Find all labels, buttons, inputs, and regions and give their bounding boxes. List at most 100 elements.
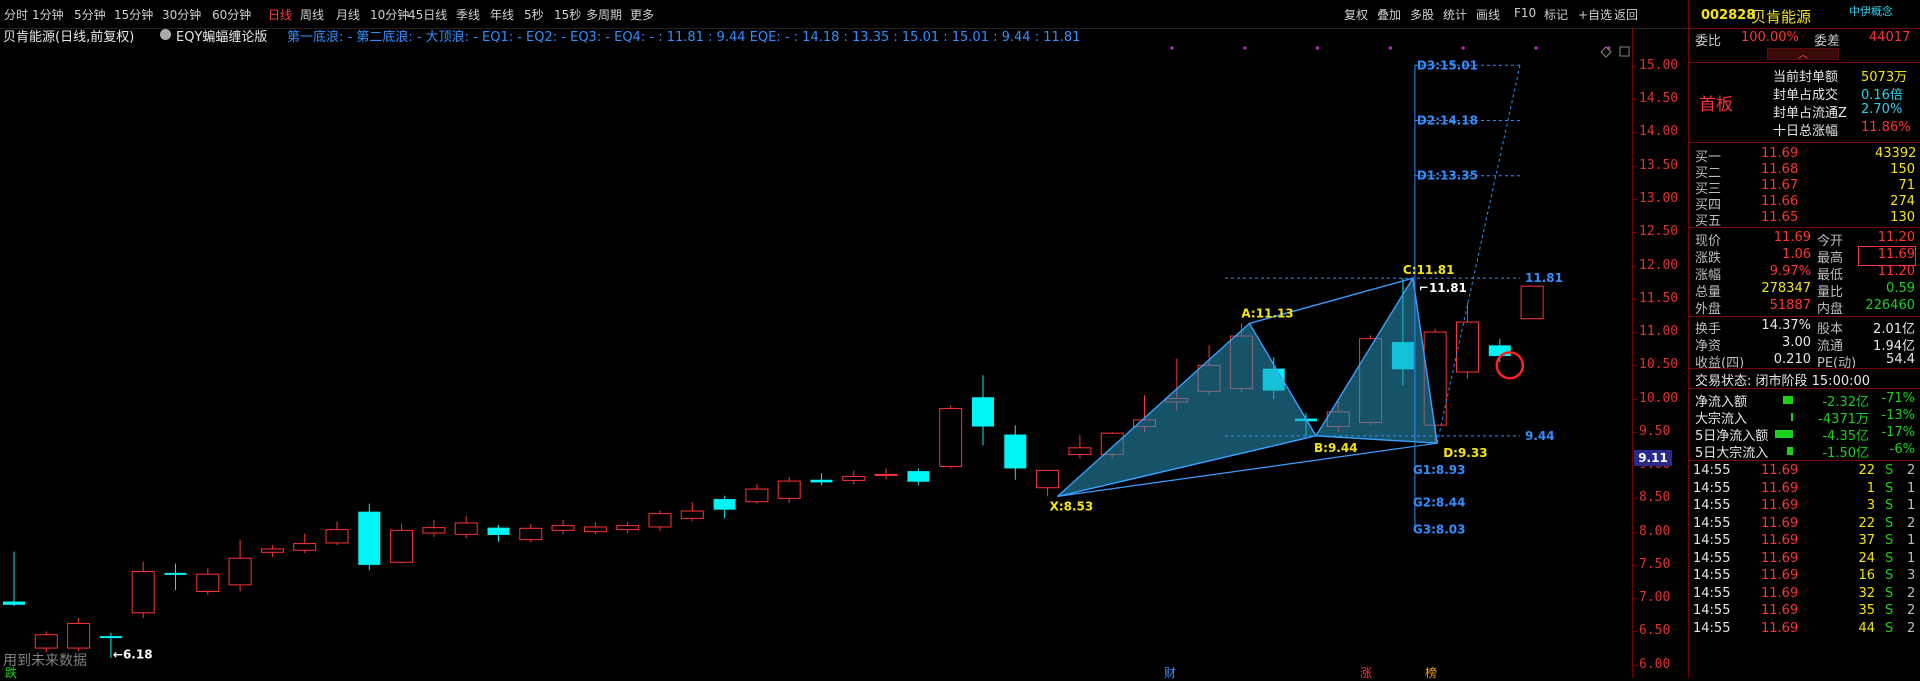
quote-value: 1.06 — [1782, 247, 1811, 262]
weibi-label: 委比 — [1695, 34, 1722, 49]
seal-label: 当前封单额 — [1773, 70, 1839, 85]
tick-count: 1 — [1907, 498, 1916, 513]
period-tab[interactable]: 15秒 — [554, 6, 581, 23]
period-tab[interactable]: 月线 — [336, 6, 360, 23]
price-axis-tick — [1633, 65, 1637, 67]
tick-count: 1 — [1907, 480, 1916, 496]
quote-panel: 002828 贝肯能源 中伊概念 委比 100.00% 委差 44017 ︿ 首… — [1688, 0, 1920, 678]
seal-value: 11.86% — [1861, 120, 1911, 135]
event-marker[interactable]: 财 — [1164, 664, 1176, 681]
toolbar-button[interactable]: 多股 — [1410, 6, 1434, 23]
toolbar-button[interactable]: 叠加 — [1377, 6, 1401, 23]
collapse-button[interactable]: ︿ — [1767, 48, 1839, 61]
period-tab[interactable]: 10分钟 — [370, 6, 409, 23]
price-axis-label: 11.00 — [1639, 324, 1679, 340]
flow-value: -4.35亿 — [1822, 429, 1869, 444]
price-axis-tick — [1633, 498, 1637, 500]
candle-up — [131, 571, 155, 614]
stat-label: 流通 — [1817, 339, 1844, 354]
candle-down — [164, 572, 187, 575]
label-c-price: ⌐11.81 — [1419, 281, 1467, 295]
period-tab[interactable]: 分时 — [4, 6, 28, 23]
period-tab[interactable]: 周线 — [300, 6, 324, 23]
toolbar-button[interactable]: +自选 — [1578, 6, 1612, 23]
quote-label: 总量 — [1695, 285, 1722, 300]
panel-toggle-icon[interactable] — [1619, 46, 1630, 57]
seal-label: 封单占成交 — [1773, 88, 1839, 103]
quote-label: 现价 — [1695, 234, 1722, 249]
period-tab[interactable]: 更多 — [630, 6, 654, 23]
indicator-toggle-icon[interactable] — [160, 29, 171, 40]
price-axis-tick — [1633, 531, 1637, 533]
kline-chart[interactable]: X:8.53 A:11.13 B:9.44 C:11.81 D:9.33 D3:15.01… — [0, 46, 1632, 678]
candle-down — [810, 479, 833, 483]
indicator-dot — [1316, 46, 1320, 50]
flow-label: 5日大宗流入 — [1695, 446, 1769, 461]
stock-title[interactable]: 贝肯能源(日线,前复权) — [3, 26, 134, 45]
period-tab[interactable]: 1分钟 — [32, 6, 64, 23]
period-tab[interactable]: 30分钟 — [162, 6, 201, 23]
candle-up — [519, 527, 543, 541]
candle-up — [454, 522, 478, 535]
label-c: C:11.81 — [1403, 263, 1455, 277]
event-marker[interactable]: 涨 — [1360, 664, 1372, 681]
price-axis-tick — [1633, 132, 1637, 134]
flow-percent: -6% — [1889, 442, 1915, 457]
indicator-dot — [1170, 46, 1174, 50]
quote-label: 今开 — [1817, 234, 1844, 249]
price-axis-tick — [1633, 598, 1637, 600]
flow-label: 净流入额 — [1695, 395, 1748, 410]
tick-count: 1 — [1907, 550, 1916, 566]
flow-value: -1.50亿 — [1822, 446, 1869, 461]
indicator-name[interactable]: EQY蝙蝠缠论版 — [176, 26, 267, 45]
event-marker[interactable]: 榜 — [1425, 664, 1437, 681]
quote-value: 9.97% — [1769, 264, 1811, 279]
candle-up — [196, 573, 220, 593]
label-g2: G2:8.44 — [1413, 495, 1466, 509]
indicator-dot — [1388, 46, 1392, 50]
flow-percent: -71% — [1881, 391, 1915, 406]
quote-label: 涨跌 — [1695, 251, 1722, 266]
concept-tag[interactable]: 中伊概念 — [1849, 3, 1893, 19]
flow-value: -2.32亿 — [1822, 395, 1869, 410]
quote-value: 11.20 — [1877, 230, 1915, 245]
period-tab[interactable]: 15分钟 — [114, 6, 153, 23]
tick-side: S — [1885, 620, 1894, 636]
period-tab[interactable]: 季线 — [456, 6, 480, 23]
toolbar-button[interactable]: 复权 — [1344, 6, 1368, 23]
quote-value: 51887 — [1769, 298, 1811, 313]
toolbar-button[interactable]: 画线 — [1476, 6, 1500, 23]
price-axis-label: 12.50 — [1639, 224, 1679, 240]
tick-price: 11.69 — [1761, 515, 1799, 531]
toolbar-button[interactable]: 标记 — [1544, 6, 1568, 23]
candle-down — [487, 527, 510, 535]
bid-volume: 130 — [1890, 210, 1915, 225]
label-g3: G3:8.03 — [1413, 523, 1466, 537]
tick-price: 11.69 — [1761, 498, 1799, 513]
label-a: A:11.13 — [1241, 306, 1293, 320]
period-tab[interactable]: 45日线 — [408, 6, 447, 23]
candle-down — [1488, 345, 1511, 357]
tick-time: 14:55 — [1693, 480, 1731, 496]
event-marker[interactable]: 跌 — [5, 664, 17, 681]
period-tab[interactable]: 5秒 — [524, 6, 544, 23]
label-d3: D3:15.01 — [1417, 58, 1478, 72]
price-axis-tick — [1633, 298, 1637, 300]
period-tab[interactable]: 60分钟 — [212, 6, 251, 23]
period-tab[interactable]: 多周期 — [586, 6, 622, 23]
price-axis-tick — [1633, 365, 1637, 367]
period-tab[interactable]: 日线 — [268, 6, 292, 23]
candle-down — [99, 636, 122, 639]
price-axis-tick — [1633, 631, 1637, 633]
toolbar-button[interactable]: F10 — [1514, 6, 1536, 20]
chart-title-line: 贝肯能源(日线,前复权) EQY蝙蝠缠论版 第一底浪: - 第二底浪: - 大顶… — [0, 26, 1640, 46]
period-tab[interactable]: 年线 — [490, 6, 514, 23]
status-badge: 首板 — [1699, 95, 1733, 115]
candle-up — [260, 548, 284, 553]
candle-up — [67, 622, 91, 649]
period-tab[interactable]: 5分钟 — [74, 6, 106, 23]
toolbar-button[interactable]: 返回 — [1614, 6, 1638, 23]
candle-up — [422, 527, 446, 534]
seal-value: 2.70% — [1861, 102, 1903, 117]
toolbar-button[interactable]: 统计 — [1443, 6, 1467, 23]
